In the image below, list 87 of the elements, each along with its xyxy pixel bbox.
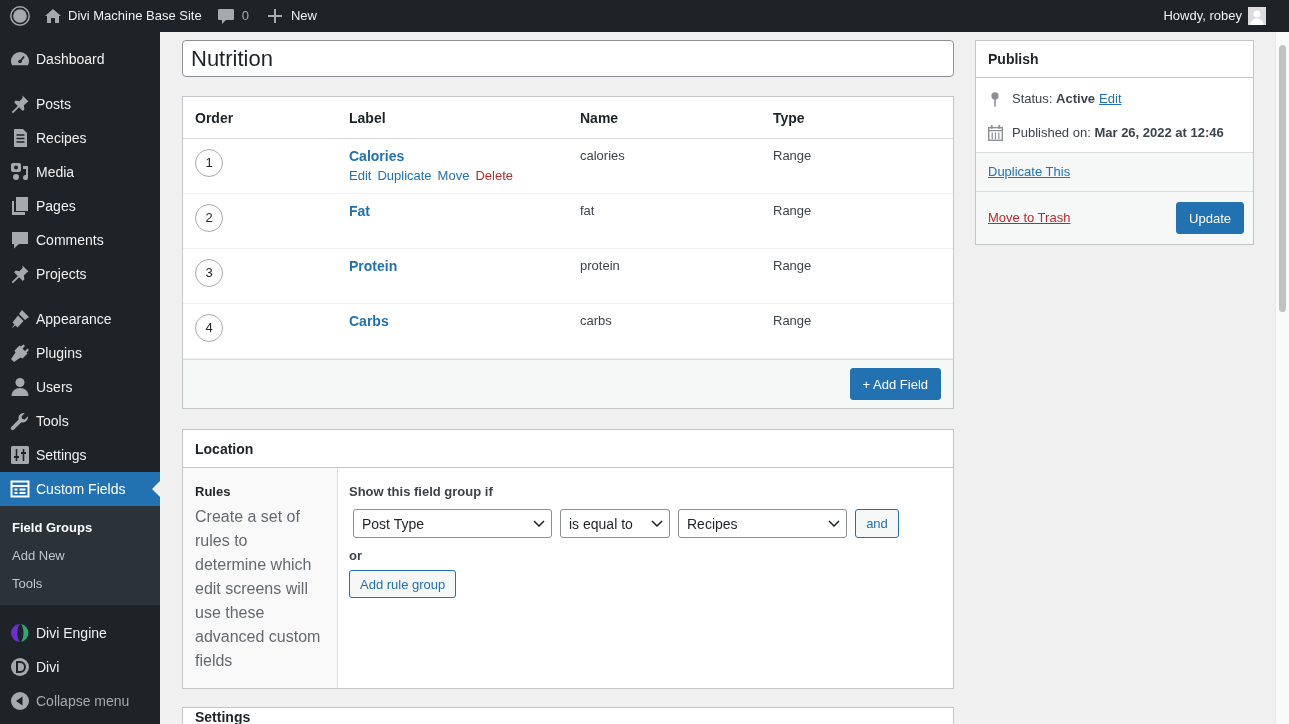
table-cell: Range xyxy=(773,258,812,273)
sidebar-item[interactable]: Recipes xyxy=(0,121,160,155)
speech-bubble-icon xyxy=(10,230,30,250)
site-name-link[interactable]: Divi Machine Base Site xyxy=(45,7,202,25)
pushpin-icon xyxy=(10,264,30,284)
rule-value-select[interactable]: Recipes xyxy=(678,509,847,538)
row-action-link[interactable]: Duplicate xyxy=(377,167,432,185)
field-label-link[interactable]: Fat xyxy=(349,202,370,220)
map-pin-icon xyxy=(991,91,999,107)
sidebar-item[interactable]: Divi Engine xyxy=(0,616,160,650)
sidebar-item[interactable]: Posts xyxy=(0,87,160,121)
split-circle-logo-icon xyxy=(10,623,30,643)
wrench-icon xyxy=(10,411,30,431)
calendar-icon xyxy=(987,125,1003,141)
sidebar-item[interactable]: Projects xyxy=(0,257,160,291)
plug-icon xyxy=(10,343,30,363)
chevron-down-icon xyxy=(651,520,663,527)
table-cell: Range xyxy=(773,203,812,218)
chevron-down-icon xyxy=(828,520,840,527)
ring-logo-icon[interactable] xyxy=(10,6,30,26)
condition-label: Show this field group if xyxy=(349,483,493,501)
panel-heading: Settings xyxy=(195,709,251,724)
sidebar-item[interactable]: Tools xyxy=(0,404,160,438)
and-button[interactable]: and xyxy=(855,509,899,538)
sidebar-item[interactable]: Dashboard xyxy=(0,42,160,76)
plus-icon xyxy=(267,9,282,23)
table-cell: protein xyxy=(580,258,620,273)
move-to-trash-link[interactable]: Move to Trash xyxy=(988,209,1071,227)
sidebar-item[interactable]: Users xyxy=(0,370,160,404)
rules-description: Create a set of rules to determine which edit screens will use these advanced custom fields xyxy=(195,507,322,671)
sidebar-item[interactable]: Divi xyxy=(0,650,160,684)
field-label-link[interactable]: Protein xyxy=(349,257,398,275)
pushpin-icon xyxy=(10,94,30,114)
panel-heading: Location xyxy=(195,440,254,457)
sidebar-item[interactable]: Plugins xyxy=(0,336,160,370)
update-button[interactable]: Update xyxy=(1176,202,1244,234)
column-header: Name xyxy=(580,109,619,126)
account-menu-link[interactable]: Howdy, robey xyxy=(1163,7,1266,25)
collapse-menu-button[interactable]: Collapse menu xyxy=(0,684,136,718)
edit-status-link[interactable]: Edit xyxy=(1099,90,1122,108)
table-icon xyxy=(10,479,30,499)
row-action-link[interactable]: Delete xyxy=(475,167,513,185)
speech-bubble-icon xyxy=(217,8,234,24)
sidebar-item[interactable]: Appearance xyxy=(0,302,160,336)
title-input[interactable]: Nutrition xyxy=(182,40,954,77)
submenu-item[interactable]: Field Groups xyxy=(0,513,97,541)
avatar-icon xyxy=(1248,7,1266,25)
panel-heading: Publish xyxy=(988,51,1039,67)
column-header: Label xyxy=(349,109,386,126)
pages-icon xyxy=(10,196,30,216)
circle-logo-icon xyxy=(10,657,30,677)
column-header: Type xyxy=(773,109,805,126)
rule-param-select[interactable]: Post Type xyxy=(353,509,552,538)
status-text: Status: Active xyxy=(1012,90,1096,108)
table-cell: calories xyxy=(580,148,625,163)
sidebar-item[interactable]: Pages xyxy=(0,189,160,223)
add-rule-group-button[interactable]: Add rule group xyxy=(349,570,457,598)
column-header: Order xyxy=(195,109,234,126)
chevron-down-icon xyxy=(533,520,545,527)
table-cell: Range xyxy=(773,313,812,328)
scrollbar-thumb[interactable] xyxy=(1279,45,1286,312)
table-cell: carbs xyxy=(580,313,612,328)
field-label-link[interactable]: Calories xyxy=(349,147,405,165)
media-icon xyxy=(10,162,30,182)
submenu-item[interactable]: Tools xyxy=(0,569,47,597)
duplicate-link[interactable]: Duplicate This xyxy=(988,163,1071,181)
row-action-link[interactable]: Edit xyxy=(349,167,372,185)
sidebar-item[interactable]: Media xyxy=(0,155,160,189)
row-action-link[interactable]: Move xyxy=(437,167,470,185)
sliders-icon xyxy=(10,445,30,465)
table-cell: fat xyxy=(580,203,595,218)
rule-operator-select[interactable]: is equal to xyxy=(560,509,670,538)
person-icon xyxy=(10,377,30,397)
rules-label: Rules xyxy=(195,483,231,501)
submenu-item[interactable]: Add New xyxy=(0,541,69,569)
field-label-link[interactable]: Carbs xyxy=(349,312,389,330)
sidebar-item[interactable]: Settings xyxy=(0,438,160,472)
sidebar-item[interactable]: Custom Fields xyxy=(0,472,160,506)
paintbrush-icon xyxy=(10,309,30,329)
comments-link[interactable]: 0 xyxy=(217,7,249,25)
add-field-button[interactable]: + Add Field xyxy=(849,368,941,400)
new-content-link[interactable]: New xyxy=(267,7,317,25)
table-cell: Range xyxy=(773,148,812,163)
sidebar-item[interactable]: Comments xyxy=(0,223,160,257)
published-date-text: Published on: Mar 26, 2022 at 12:46 xyxy=(1012,124,1224,142)
or-label: or xyxy=(349,547,362,565)
home-icon xyxy=(45,9,61,23)
